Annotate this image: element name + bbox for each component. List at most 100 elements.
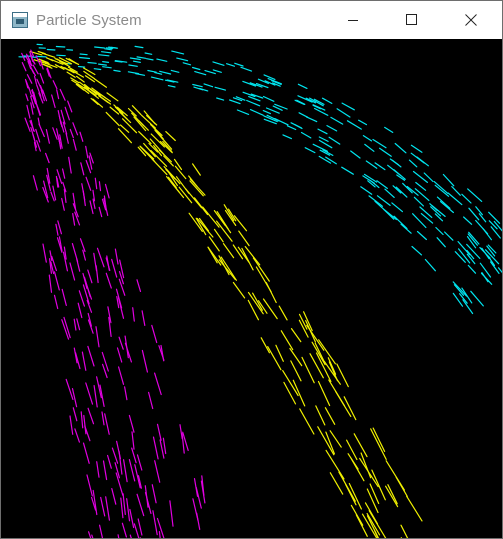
magenta-particle [93, 385, 98, 408]
cyan-particle [434, 184, 450, 197]
yellow-particle [93, 78, 108, 88]
magenta-particle [169, 500, 174, 527]
cyan-particle [328, 136, 341, 145]
cyan-particle [100, 51, 112, 54]
magenta-particle [100, 496, 106, 517]
particle-layer [18, 43, 502, 538]
yellow-particle [370, 428, 387, 460]
cyan-particle [156, 58, 168, 62]
close-button[interactable] [448, 1, 494, 39]
cyan-particle [482, 228, 492, 241]
title-bar[interactable]: Particle System [1, 1, 502, 39]
magenta-particle [117, 534, 120, 538]
cyan-particle [400, 223, 412, 234]
maximize-button[interactable] [389, 1, 435, 39]
cyan-particle [113, 69, 121, 73]
cyan-particle [341, 166, 354, 175]
yellow-particle [213, 228, 224, 243]
magenta-particle [73, 318, 77, 331]
yellow-particle [84, 75, 96, 83]
magenta-particle [151, 484, 157, 504]
cyan-particle [240, 66, 253, 72]
cyan-particle [56, 54, 66, 57]
yellow-particle [325, 449, 345, 480]
cyan-particle [488, 220, 498, 230]
yellow-particle [150, 133, 165, 148]
magenta-particle [132, 307, 135, 322]
cyan-particle [433, 181, 449, 194]
magenta-particles [21, 49, 206, 538]
yellow-particle [260, 337, 270, 354]
yellow-particle [387, 484, 398, 505]
cyan-particle [97, 63, 108, 66]
cyan-particle [212, 69, 222, 73]
cyan-particle [167, 84, 176, 88]
magenta-particle [64, 106, 71, 121]
yellow-particle [138, 130, 152, 145]
yellow-particle [262, 298, 278, 320]
cyan-particle [262, 109, 271, 115]
yellow-particle [105, 111, 120, 127]
magenta-particle [78, 290, 86, 307]
cyan-particle [468, 231, 480, 245]
cyan-particle [461, 193, 472, 204]
cyan-particle [194, 70, 207, 76]
cyan-particle [77, 65, 86, 68]
cyan-particle [481, 272, 489, 283]
cyan-particle [78, 56, 91, 60]
yellow-particle [92, 98, 104, 108]
maximize-icon [406, 14, 417, 25]
magenta-particle [91, 534, 94, 538]
yellow-particle [252, 257, 270, 282]
cyan-particle [246, 99, 261, 107]
magenta-particle [86, 299, 93, 313]
app-icon[interactable] [12, 12, 28, 28]
cyan-particle [365, 160, 378, 169]
yellow-particle [318, 339, 336, 365]
cyan-particle [127, 71, 140, 75]
yellow-particle [208, 236, 220, 252]
magenta-particle [24, 117, 31, 132]
cyan-particle [304, 147, 316, 154]
yellow-particle [223, 204, 235, 221]
yellow-particle [193, 197, 209, 216]
cyan-particle [326, 124, 338, 132]
cyan-particle [442, 173, 455, 187]
yellow-particle [192, 163, 201, 176]
magenta-particle [95, 265, 99, 284]
magenta-particle [106, 454, 112, 469]
cyan-particle [93, 68, 102, 71]
cyan-particle [286, 125, 297, 131]
cyan-particle [372, 138, 387, 149]
yellow-particle [290, 360, 302, 382]
cyan-particle [192, 66, 201, 71]
yellow-particle [338, 471, 356, 502]
cyan-particle [102, 61, 110, 63]
magenta-particle [141, 310, 146, 326]
yellow-particle [252, 292, 263, 311]
cyan-particle [384, 188, 395, 198]
cyan-particle [282, 134, 292, 140]
magenta-particle [98, 206, 103, 218]
yellow-particles [29, 50, 423, 538]
magenta-particle [94, 177, 98, 190]
magenta-particle [151, 324, 158, 344]
magenta-particle [101, 411, 105, 426]
minimize-button[interactable] [330, 1, 376, 39]
cyan-particle [146, 58, 154, 61]
yellow-particle [329, 430, 342, 448]
magenta-particle [120, 497, 124, 519]
cyan-particle [35, 55, 47, 58]
magenta-particle [69, 415, 74, 435]
cyan-particle [170, 69, 180, 73]
particle-canvas[interactable] [1, 39, 502, 538]
cyan-particle [406, 185, 419, 196]
yellow-particle [207, 246, 218, 264]
cyan-particle [387, 164, 402, 177]
yellow-particle [267, 346, 282, 371]
cyan-particle [150, 76, 164, 81]
cyan-particle [216, 97, 225, 101]
magenta-particle [105, 272, 112, 289]
magenta-particle [33, 75, 38, 85]
cyan-particle [147, 69, 157, 73]
